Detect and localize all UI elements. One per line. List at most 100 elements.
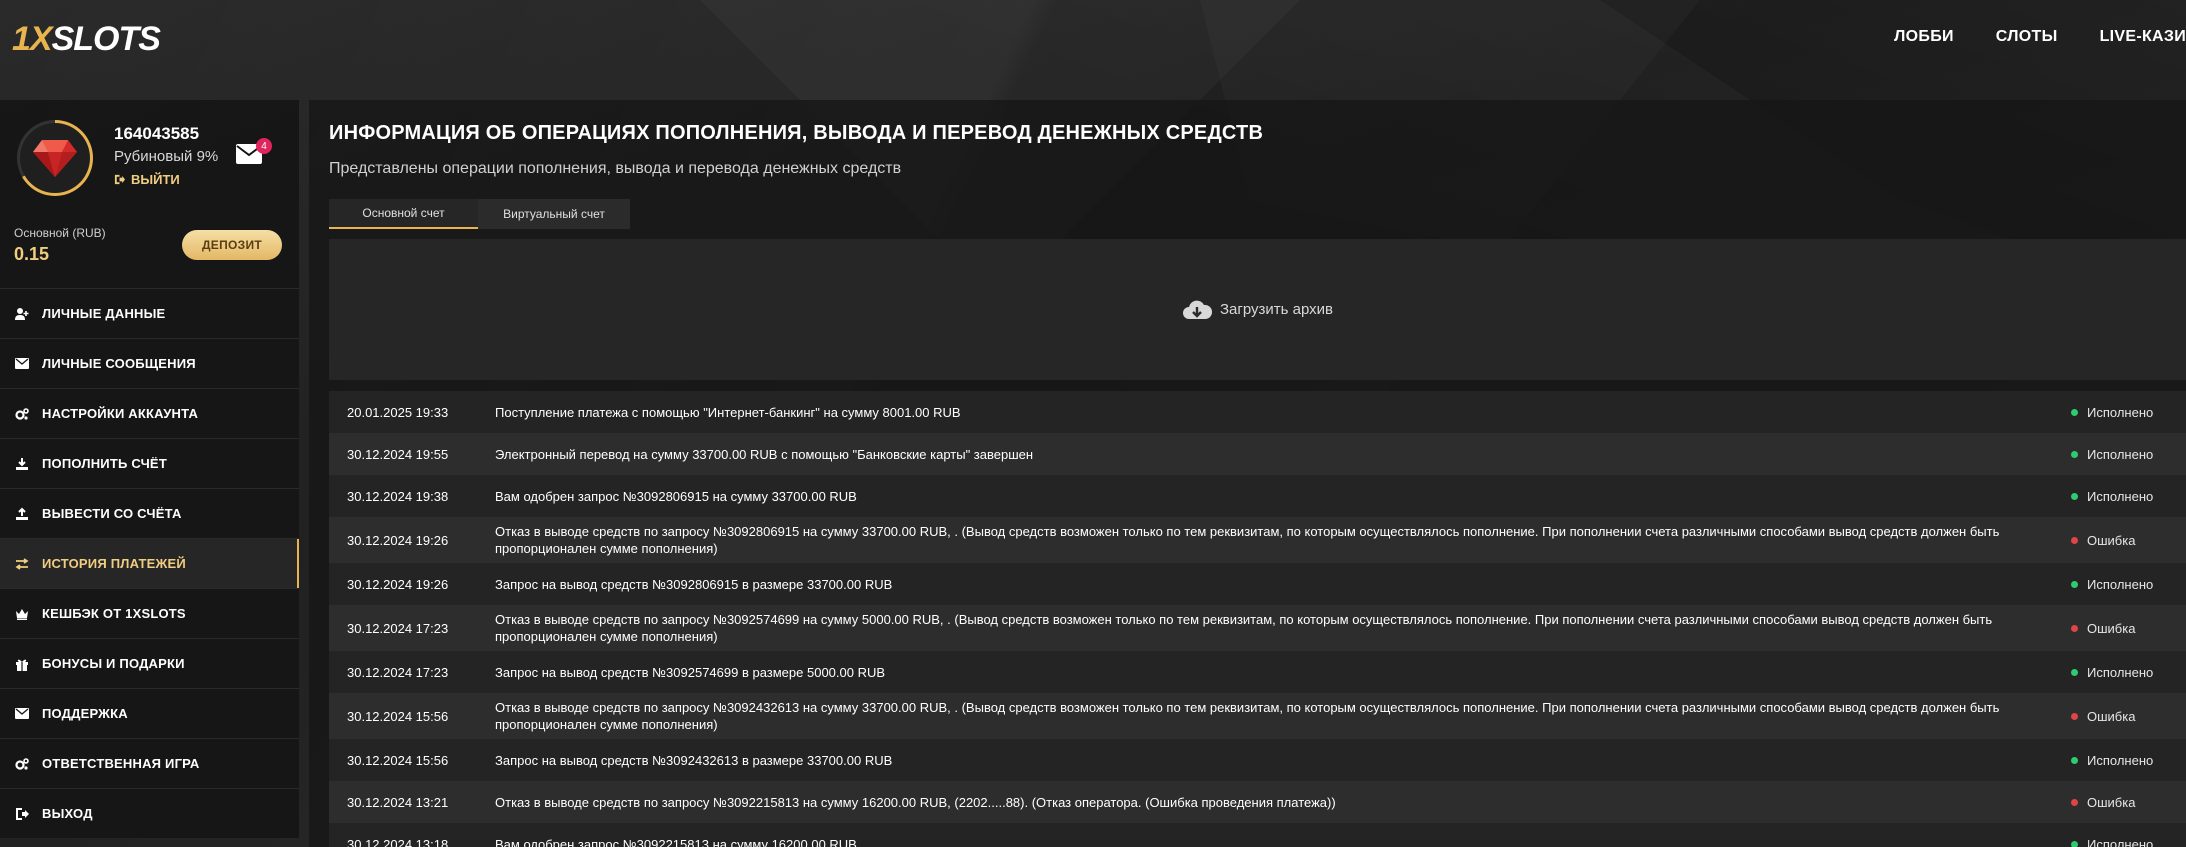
sidebar-item-label: ОТВЕТСТВЕННАЯ ИГРА [42, 756, 200, 771]
operation-description: Вам одобрен запрос №3092806915 на сумму … [495, 488, 857, 504]
top-nav-link[interactable]: СЛОТЫ [1996, 28, 2058, 46]
envelope-icon [14, 356, 30, 372]
sidebar-item-label: ВЫХОД [42, 806, 93, 821]
operation-row: 30.12.2024 13:21 Отказ в выводе средств п… [329, 781, 2186, 823]
logout-link[interactable]: ВЫЙТИ [114, 172, 180, 187]
upload-icon [14, 506, 30, 522]
operation-status: Ошибка [2055, 533, 2135, 548]
download-icon [14, 456, 30, 472]
site-header: 1X SLOTS ЛОББИ СЛОТЫ LIVE-КАЗИ [0, 0, 2186, 80]
operation-description: Запрос на вывод средств №3092574699 в ра… [495, 664, 886, 680]
status-success-dot [2071, 492, 2078, 500]
operation-status: Исполнено [2055, 665, 2153, 680]
status-success-dot [2071, 756, 2078, 764]
payment-history-panel: ИНФОРМАЦИЯ ОБ ОПЕРАЦИЯХ ПОПОЛНЕНИЯ, ВЫВО… [309, 100, 2186, 847]
logo-suffix: SLOTS [51, 20, 161, 58]
exchange-icon [14, 556, 30, 572]
operation-status-label: Ошибка [2087, 532, 2136, 548]
operation-status: Исполнено [2055, 405, 2153, 420]
loyalty-level: Рубиновый 9% [114, 148, 219, 165]
operation-status-label: Исполнено [2087, 664, 2154, 680]
status-success-dot [2071, 668, 2078, 676]
gift-icon [14, 656, 30, 672]
top-navigation: ЛОББИ СЛОТЫ LIVE-КАЗИ [1894, 28, 2186, 46]
sidebar-item[interactable]: НАСТРОЙКИ АККАУНТА [0, 388, 299, 438]
account-sidebar: 164043585 Рубиновый 9% ВЫЙТИ 4 Основной … [0, 100, 299, 847]
download-archive-button[interactable]: Загрузить архив [329, 239, 2186, 380]
operation-status: Ошибка [2055, 709, 2135, 724]
operation-date: 30.12.2024 19:38 [347, 488, 449, 504]
sidebar-item[interactable]: ПОПОЛНИТЬ СЧЁТ [0, 438, 299, 488]
status-success-dot [2071, 450, 2078, 458]
operation-description: Отказ в выводе средств по запросу №30928… [495, 524, 2000, 556]
operation-description: Поступление платежа с помощью "Интернет-… [495, 404, 961, 420]
operation-description: Вам одобрен запрос №3092215813 на сумму … [495, 836, 857, 847]
operation-status-label: Ошибка [2087, 708, 2136, 724]
sidebar-item-label: ЛИЧНЫЕ ДАННЫЕ [42, 306, 166, 321]
sign-out-icon [14, 806, 30, 822]
top-nav-link[interactable]: LIVE-КАЗИ [2100, 28, 2186, 46]
sidebar-item[interactable]: ВЫХОД [0, 788, 299, 838]
operation-status-label: Исполнено [2087, 404, 2154, 420]
operation-date: 20.01.2025 19:33 [347, 404, 449, 420]
operation-description: Запрос на вывод средств №3092432613 в ра… [495, 752, 893, 768]
balance-value: 0.15 [14, 244, 50, 264]
operation-status-label: Ошибка [2087, 620, 2136, 636]
operation-date: 30.12.2024 17:23 [347, 620, 449, 636]
mail-count-badge: 4 [256, 138, 272, 154]
page-title: ИНФОРМАЦИЯ ОБ ОПЕРАЦИЯХ ПОПОЛНЕНИЯ, ВЫВО… [329, 122, 1264, 144]
sidebar-item[interactable]: ПОДДЕРЖКА [0, 688, 299, 738]
operation-date: 30.12.2024 19:26 [347, 532, 449, 548]
tab-main-account[interactable]: Основной счет [329, 199, 478, 229]
status-error-dot [2071, 798, 2078, 806]
operation-status: Исполнено [2055, 753, 2153, 768]
operation-status: Ошибка [2055, 795, 2135, 810]
operation-description: Отказ в выводе средств по запросу №30924… [495, 700, 2000, 732]
balance-label: Основной (RUB) [14, 226, 106, 240]
operation-status-label: Исполнено [2087, 752, 2154, 768]
sidebar-item[interactable]: БОНУСЫ И ПОДАРКИ [0, 638, 299, 688]
status-error-dot [2071, 536, 2078, 544]
operation-date: 30.12.2024 13:21 [347, 794, 449, 810]
sidebar-item[interactable]: ЛИЧНЫЕ ДАННЫЕ [0, 288, 299, 338]
tab-virtual-account[interactable]: Виртуальный счет [478, 199, 630, 229]
logo-prefix: 1X [12, 20, 53, 58]
sidebar-item[interactable]: ВЫВЕСТИ СО СЧЁТА [0, 488, 299, 538]
deposit-button[interactable]: ДЕПОЗИТ [182, 230, 282, 260]
operation-description: Отказ в выводе средств по запросу №30925… [495, 612, 1993, 644]
sidebar-item-label: ВЫВЕСТИ СО СЧЁТА [42, 506, 182, 521]
account-tabs: Основной счет Виртуальный счет [329, 199, 630, 229]
user-plus-icon [14, 306, 30, 322]
operation-date: 30.12.2024 19:55 [347, 446, 449, 462]
operation-date: 30.12.2024 19:26 [347, 576, 449, 592]
operation-date: 30.12.2024 15:56 [347, 752, 449, 768]
avatar[interactable] [17, 120, 93, 196]
operation-description: Отказ в выводе средств по запросу №30922… [495, 794, 1336, 810]
operation-status: Исполнено [2055, 577, 2153, 592]
operation-row: 30.12.2024 19:38 Вам одобрен запрос №3092… [329, 475, 2186, 517]
sidebar-item-label: ЛИЧНЫЕ СООБЩЕНИЯ [42, 356, 196, 371]
sidebar-item[interactable]: ЛИЧНЫЕ СООБЩЕНИЯ [0, 338, 299, 388]
sidebar-item-label: ИСТОРИЯ ПЛАТЕЖЕЙ [42, 556, 186, 571]
sidebar-item[interactable]: ОТВЕТСТВЕННАЯ ИГРА [0, 738, 299, 788]
operation-row: 30.12.2024 17:23 Отказ в выводе средств п… [329, 605, 2186, 651]
operation-status: Исполнено [2055, 447, 2153, 462]
status-success-dot [2071, 408, 2078, 416]
gears-icon [14, 756, 30, 772]
operation-status-label: Исполнено [2087, 576, 2154, 592]
top-nav-link[interactable]: ЛОББИ [1894, 28, 1954, 46]
sidebar-item[interactable]: ИСТОРИЯ ПЛАТЕЖЕЙ [0, 538, 299, 588]
status-success-dot [2071, 840, 2078, 847]
crown-icon [14, 606, 30, 622]
operation-row: 30.12.2024 19:26 Запрос на вывод средств … [329, 563, 2186, 605]
cloud-download-icon [1182, 299, 1212, 321]
status-success-dot [2071, 580, 2078, 588]
operation-date: 30.12.2024 15:56 [347, 708, 449, 724]
sidebar-item[interactable]: КЕШБЭК ОТ 1XSLOTS [0, 588, 299, 638]
sidebar-item-label: ПОПОЛНИТЬ СЧЁТ [42, 456, 167, 471]
site-logo[interactable]: 1X SLOTS [12, 20, 161, 59]
operation-date: 30.12.2024 13:18 [347, 836, 449, 847]
status-error-dot [2071, 712, 2078, 720]
operation-description: Электронный перевод на сумму 33700.00 RU… [495, 446, 1034, 462]
download-archive-label: Загрузить архив [1219, 301, 1334, 318]
